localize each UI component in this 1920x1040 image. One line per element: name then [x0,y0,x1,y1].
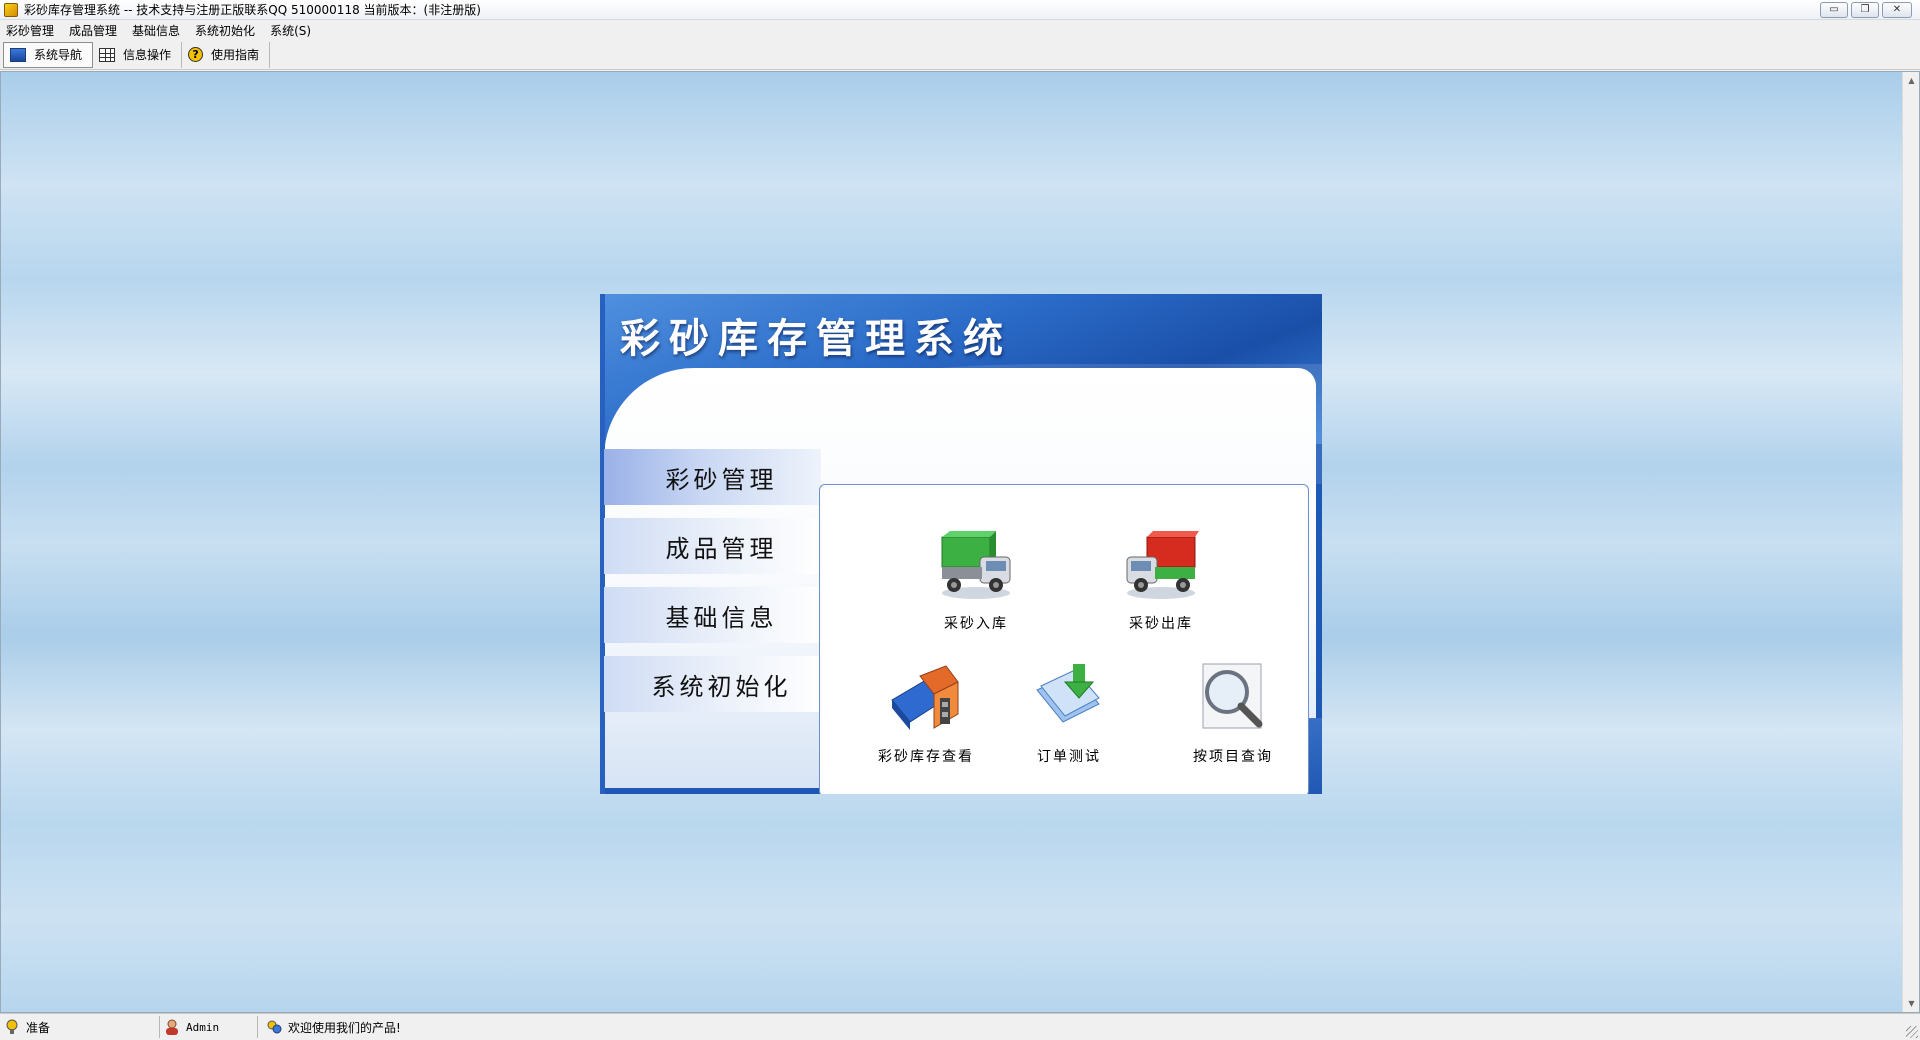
tile-label: 订单测试 [1037,749,1101,765]
ready-icon [4,1019,20,1035]
restore-icon: ❐ [1860,4,1870,15]
toolbar-label-nav: 系统导航 [34,48,83,62]
vertical-scrollbar[interactable]: ▲ ▼ [1902,72,1919,1012]
function-grid: 采砂入库 采砂出库 彩砂库存查看 订单测试 按项目查询 [819,484,1309,794]
tile-stock-out[interactable]: 采砂出库 [1086,527,1236,633]
status-bar: 准备 Admin 欢迎使用我们的产品! [0,1013,1920,1040]
status-user-text: Admin [186,1020,220,1034]
nav-item-jichu[interactable]: 基础信息 [604,587,821,643]
window-controls: ▭ ❐ ✕ [1820,2,1912,18]
close-button[interactable]: ✕ [1882,2,1912,18]
scroll-down-icon[interactable]: ▼ [1903,995,1919,1012]
help-icon: ? [188,47,204,62]
panel-nav: 彩砂管理 成品管理 基础信息 系统初始化 [604,449,821,725]
window-title: 彩砂库存管理系统 -- 技术支持与注册正版联系QQ 510000118 当前版本… [24,3,481,17]
title-bar: 彩砂库存管理系统 -- 技术支持与注册正版联系QQ 510000118 当前版本… [0,0,1920,20]
menu-item-init[interactable]: 系统初始化 [189,22,264,39]
scroll-up-icon[interactable]: ▲ [1903,72,1919,89]
menu-item-caisha[interactable]: 彩砂管理 [0,22,63,39]
menu-item-system[interactable]: 系统(S) [264,22,320,39]
minimize-button[interactable]: ▭ [1820,2,1848,18]
panel-title: 彩砂库存管理系统 [620,315,1012,362]
app-icon [4,2,18,17]
tile-order-test[interactable]: 订单测试 [994,660,1144,766]
status-welcome-text: 欢迎使用我们的产品! [288,1020,401,1035]
order-download-icon [1029,660,1109,740]
toolbar: 系统导航 信息操作 ? 使用指南 [0,40,1920,70]
tile-label: 按项目查询 [1193,749,1273,765]
nav-item-init[interactable]: 系统初始化 [604,656,821,712]
inventory-book-icon [886,660,966,740]
toolbar-button-nav[interactable]: 系统导航 [3,41,94,68]
tile-project-query[interactable]: 按项目查询 [1158,660,1308,766]
nav-item-chengpin[interactable]: 成品管理 [604,518,821,574]
toolbar-label-info: 信息操作 [123,48,172,62]
tile-label: 采砂出库 [1129,616,1193,632]
menu-bar: 彩砂管理 成品管理 基础信息 系统初始化 系统(S) [0,20,1920,40]
menu-item-jichu[interactable]: 基础信息 [126,22,189,39]
minimize-icon: ▭ [1829,4,1839,15]
magnifier-icon [1193,660,1273,740]
grid-icon [99,47,116,62]
resize-grip[interactable] [1906,1026,1918,1038]
welcome-icon [266,1019,282,1035]
status-ready: 准备 [0,1016,160,1038]
restore-button[interactable]: ❐ [1851,2,1879,18]
main-workspace: ▲ ▼ 彩砂库存管理系统 彩砂管理 成品管理 基础信息 系统初始化 采砂入库 采… [0,71,1920,1013]
tile-stock-in[interactable]: 采砂入库 [901,527,1051,633]
status-ready-text: 准备 [26,1020,51,1035]
tile-inventory-view[interactable]: 彩砂库存查看 [851,660,1001,766]
tile-label: 彩砂库存查看 [878,749,974,765]
toolbar-label-guide: 使用指南 [211,48,260,62]
green-truck-icon [936,527,1016,607]
navigation-panel: 彩砂库存管理系统 彩砂管理 成品管理 基础信息 系统初始化 采砂入库 采砂出库 … [600,294,1322,794]
close-icon: ✕ [1892,4,1902,15]
tile-label: 采砂入库 [944,616,1008,632]
menu-item-chengpin[interactable]: 成品管理 [63,22,126,39]
user-icon [164,1019,180,1035]
status-user: Admin [160,1016,258,1038]
status-welcome: 欢迎使用我们的产品! [258,1016,401,1038]
red-truck-icon [1121,527,1201,607]
toolbar-button-guide[interactable]: ? 使用指南 [182,41,271,68]
nav-item-caisha[interactable]: 彩砂管理 [604,449,821,505]
monitor-icon [10,47,26,62]
toolbar-button-info[interactable]: 信息操作 [93,41,183,68]
